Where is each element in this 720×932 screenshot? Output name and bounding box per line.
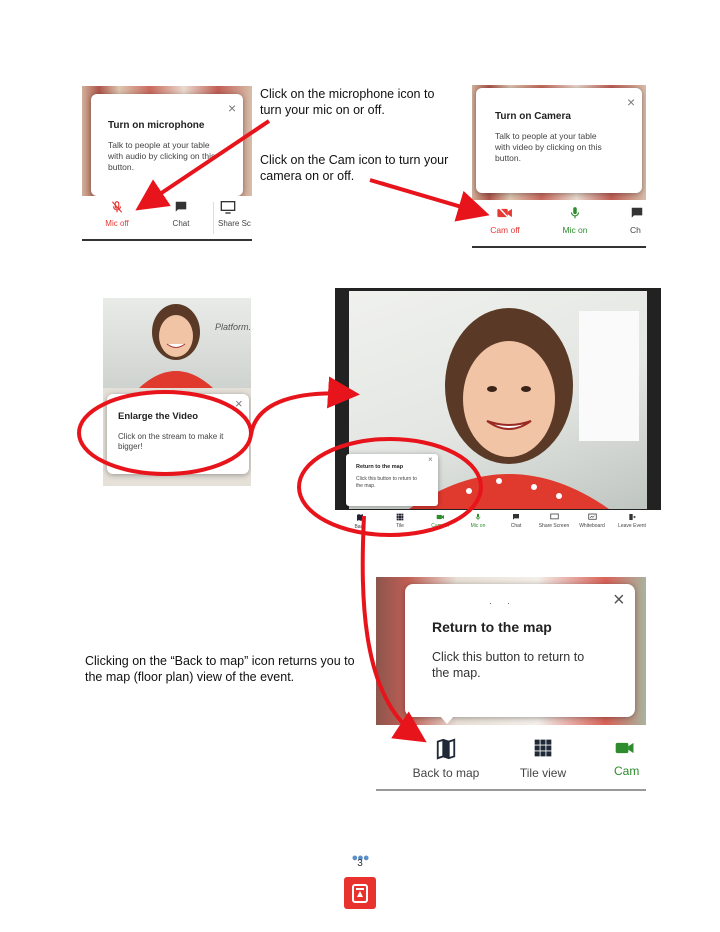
arrow-to-back-to-map <box>360 515 427 743</box>
highlight-enlarge <box>77 390 253 476</box>
highlight-return-map <box>297 437 483 537</box>
arrow-to-cam <box>369 178 490 222</box>
logo-icon <box>352 884 368 903</box>
app-logo <box>344 877 376 909</box>
arrow-to-video <box>249 376 360 436</box>
arrow-to-mic <box>135 119 271 211</box>
annotation-layer <box>77 119 490 743</box>
page-number: 3 <box>357 858 363 869</box>
